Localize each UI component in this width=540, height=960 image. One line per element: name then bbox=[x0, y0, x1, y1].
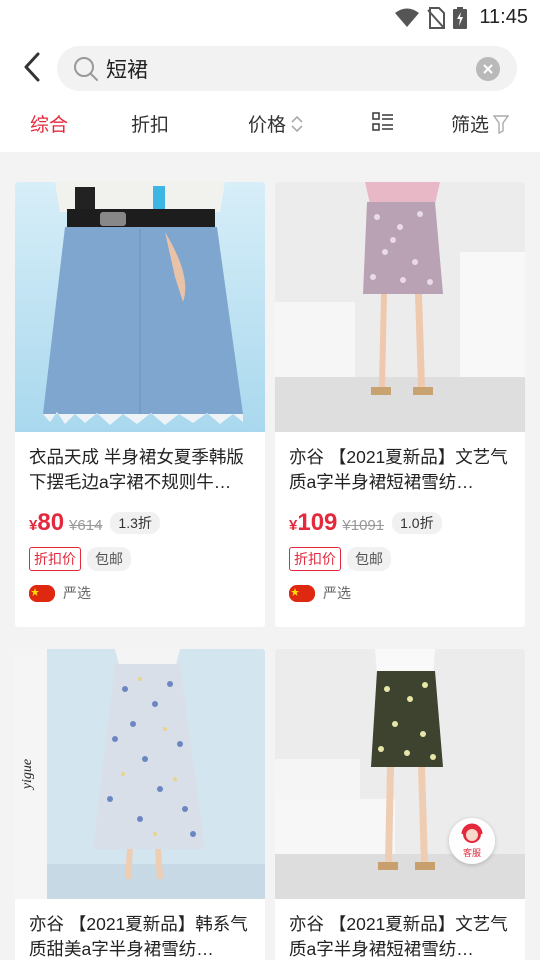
search-bar[interactable] bbox=[57, 46, 517, 91]
price-row: ¥ 109 ¥1091 1.0折 bbox=[275, 509, 525, 539]
china-flag-icon bbox=[29, 584, 55, 602]
product-image[interactable] bbox=[275, 649, 525, 899]
customer-service-icon bbox=[461, 823, 483, 843]
back-arrow-icon bbox=[24, 52, 40, 82]
status-bar: 11:45 bbox=[0, 0, 540, 36]
search-input[interactable] bbox=[106, 55, 456, 83]
sort-tab-label: 折扣 bbox=[131, 115, 170, 136]
customer-service-label: 客服 bbox=[462, 848, 481, 858]
discount-price-tag: 折扣价 bbox=[29, 547, 81, 571]
no-sim-icon bbox=[427, 6, 446, 29]
discount-badge: 1.0折 bbox=[392, 512, 442, 534]
product-image[interactable]: yigue bbox=[15, 649, 265, 899]
clock: 11:45 bbox=[479, 6, 528, 28]
origin-row: 严选 bbox=[15, 583, 265, 603]
status-icons: 11:45 bbox=[395, 6, 528, 29]
tag-row: 折扣价 包邮 bbox=[15, 547, 265, 571]
price-currency: ¥ bbox=[289, 517, 298, 534]
original-price: ¥1091 bbox=[342, 517, 385, 534]
product-image[interactable] bbox=[15, 182, 265, 432]
list-layout-icon bbox=[372, 112, 393, 131]
price-row: ¥ 80 ¥614 1.3折 bbox=[15, 509, 265, 539]
brand-watermark: yigue bbox=[20, 759, 35, 791]
product-title[interactable]: 亦谷 【2021夏新品】文艺气质a字半身裙短裙雪纺… bbox=[275, 912, 525, 960]
product-card[interactable]: 衣品天成 半身裙女夏季韩版下摆毛边a字裙不规则牛… ¥ 80 ¥614 1.3折… bbox=[15, 182, 265, 627]
clear-search-button[interactable] bbox=[476, 57, 500, 81]
layout-toggle-button[interactable] bbox=[372, 112, 394, 132]
product-image[interactable] bbox=[275, 182, 525, 432]
sort-tab-comprehensive[interactable]: 综合 bbox=[30, 110, 68, 137]
customer-service-button[interactable]: 客服 bbox=[449, 818, 495, 864]
original-price: ¥614 bbox=[69, 517, 103, 534]
close-icon bbox=[483, 64, 493, 74]
free-shipping-tag: 包邮 bbox=[347, 547, 391, 571]
product-title[interactable]: 衣品天成 半身裙女夏季韩版下摆毛边a字裙不规则牛… bbox=[15, 445, 265, 495]
free-shipping-tag: 包邮 bbox=[87, 547, 131, 571]
product-card[interactable]: yigue 亦谷 【2021夏新品】韩系气质甜美a字半身裙雪纺… bbox=[15, 649, 265, 960]
search-icon bbox=[74, 57, 98, 81]
product-title[interactable]: 亦谷 【2021夏新品】韩系气质甜美a字半身裙雪纺… bbox=[15, 912, 265, 960]
sort-bar: 综合 折扣 价格 筛选 bbox=[0, 98, 540, 152]
price: 80 bbox=[37, 509, 65, 536]
wifi-icon bbox=[395, 8, 420, 27]
discount-price-tag: 折扣价 bbox=[289, 547, 341, 571]
filter-label: 筛选 bbox=[451, 115, 490, 136]
tag-row: 折扣价 包邮 bbox=[275, 547, 525, 571]
product-card[interactable]: 亦谷 【2021夏新品】文艺气质a字半身裙短裙雪纺… ¥ 109 ¥1091 1… bbox=[275, 182, 525, 627]
back-button[interactable] bbox=[18, 50, 50, 84]
sort-tab-price[interactable]: 价格 bbox=[248, 110, 304, 137]
sort-tab-discount[interactable]: 折扣 bbox=[131, 110, 169, 137]
origin-label: 严选 bbox=[323, 585, 351, 601]
product-title[interactable]: 亦谷 【2021夏新品】文艺气质a字半身裙短裙雪纺… bbox=[275, 445, 525, 495]
product-card[interactable]: 亦谷 【2021夏新品】文艺气质a字半身裙短裙雪纺… bbox=[275, 649, 525, 960]
sort-tab-label: 综合 bbox=[30, 115, 69, 136]
price-currency: ¥ bbox=[29, 517, 38, 534]
filter-button[interactable]: 筛选 bbox=[451, 110, 510, 137]
filter-funnel-icon bbox=[493, 114, 510, 134]
discount-badge: 1.3折 bbox=[110, 512, 160, 534]
china-flag-icon bbox=[289, 584, 315, 602]
battery-charging-icon bbox=[453, 6, 468, 29]
origin-row: 严选 bbox=[275, 583, 525, 603]
sort-tab-label: 价格 bbox=[248, 115, 287, 136]
sort-updown-icon bbox=[291, 115, 303, 132]
search-header bbox=[0, 36, 540, 98]
origin-label: 严选 bbox=[63, 585, 91, 601]
price: 109 bbox=[297, 509, 338, 536]
